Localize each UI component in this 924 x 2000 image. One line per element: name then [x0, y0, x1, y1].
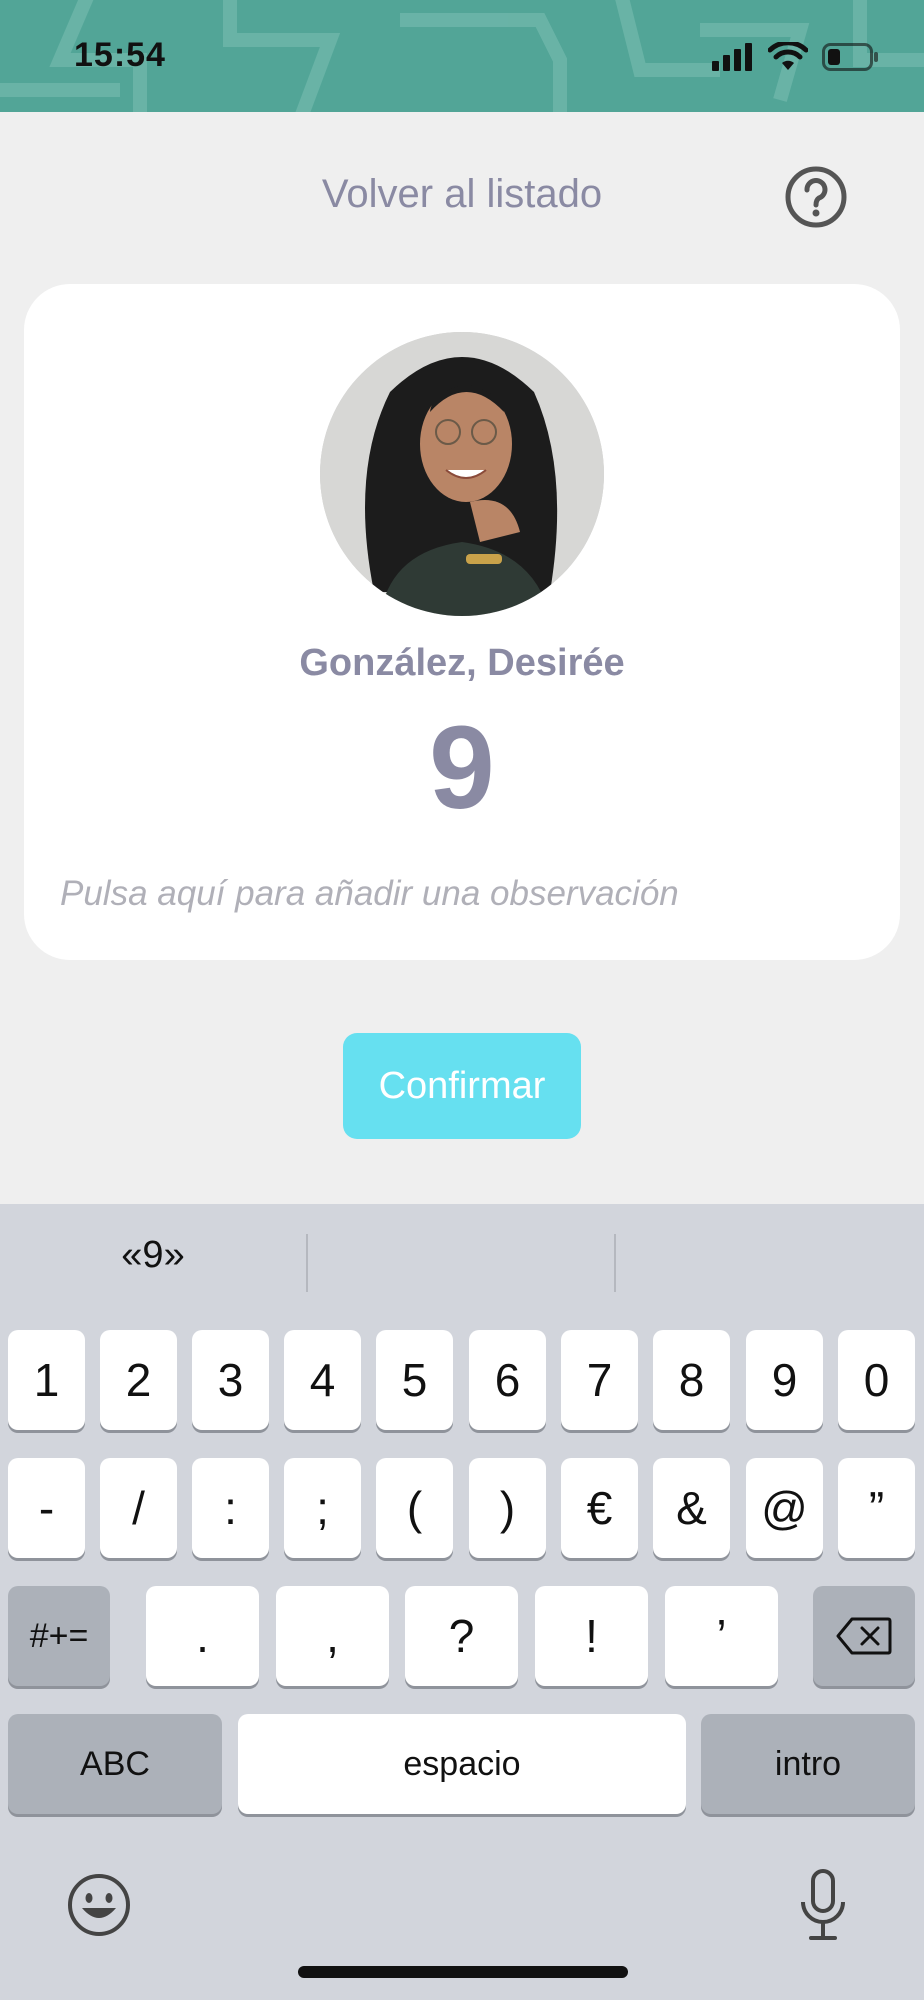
emoji-button[interactable]: [66, 1872, 132, 1938]
microphone-icon: [801, 1869, 845, 1940]
suggestion-1[interactable]: «9»: [0, 1234, 306, 1277]
key-at[interactable]: @: [746, 1458, 823, 1558]
suggestion-bar: «9»: [0, 1204, 924, 1324]
key-apostrophe[interactable]: ’: [665, 1586, 778, 1686]
nav-header: Volver al listado: [0, 112, 924, 282]
status-icons: [712, 42, 880, 72]
grade-value[interactable]: 9: [24, 703, 900, 834]
key-exclamation[interactable]: !: [535, 1586, 648, 1686]
avatar: [320, 332, 604, 616]
key-period[interactable]: .: [146, 1586, 259, 1686]
abc-key[interactable]: ABC: [8, 1714, 222, 1814]
student-name: González, Desirée: [299, 642, 625, 684]
key-4[interactable]: 4: [284, 1330, 361, 1430]
key-comma[interactable]: ,: [276, 1586, 389, 1686]
key-hyphen[interactable]: -: [8, 1458, 85, 1558]
backspace-icon: [836, 1617, 892, 1655]
student-photo: [320, 332, 604, 616]
help-button[interactable]: [784, 165, 848, 229]
battery-icon: [822, 43, 878, 71]
home-indicator: [298, 1966, 628, 1978]
symbols-toggle-key[interactable]: #+=: [8, 1586, 110, 1686]
space-key[interactable]: espacio: [238, 1714, 686, 1814]
key-9[interactable]: 9: [746, 1330, 823, 1430]
question-circle-icon: [785, 166, 847, 228]
delete-key[interactable]: [813, 1586, 915, 1686]
key-quote[interactable]: ”: [838, 1458, 915, 1558]
student-card: González, Desirée 9 Pulsa aquí para añad…: [24, 284, 900, 960]
status-bar: 15:54: [0, 0, 924, 112]
key-close-paren[interactable]: ): [469, 1458, 546, 1558]
key-ampersand[interactable]: &: [653, 1458, 730, 1558]
wifi-icon: [768, 42, 808, 70]
confirm-button[interactable]: Confirmar: [343, 1033, 581, 1139]
key-8[interactable]: 8: [653, 1330, 730, 1430]
key-slash[interactable]: /: [100, 1458, 177, 1558]
return-key[interactable]: intro: [701, 1714, 915, 1814]
key-semicolon[interactable]: ;: [284, 1458, 361, 1558]
key-question[interactable]: ?: [405, 1586, 518, 1686]
key-7[interactable]: 7: [561, 1330, 638, 1430]
keyboard: «9» 1 2 3 4 5 6 7 8 9 0 - / : ; ( ) € & …: [0, 1204, 924, 2000]
suggestion-divider: [306, 1234, 308, 1292]
key-6[interactable]: 6: [469, 1330, 546, 1430]
emoji-icon: [68, 1874, 130, 1936]
key-euro[interactable]: €: [561, 1458, 638, 1558]
key-0[interactable]: 0: [838, 1330, 915, 1430]
key-1[interactable]: 1: [8, 1330, 85, 1430]
observation-field[interactable]: Pulsa aquí para añadir una observación: [60, 874, 860, 914]
key-open-paren[interactable]: (: [376, 1458, 453, 1558]
key-3[interactable]: 3: [192, 1330, 269, 1430]
suggestion-divider: [614, 1234, 616, 1292]
dictation-button[interactable]: [795, 1868, 851, 1942]
key-5[interactable]: 5: [376, 1330, 453, 1430]
status-time: 15:54: [74, 36, 166, 74]
key-colon[interactable]: :: [192, 1458, 269, 1558]
signal-icon: [712, 43, 752, 71]
key-2[interactable]: 2: [100, 1330, 177, 1430]
